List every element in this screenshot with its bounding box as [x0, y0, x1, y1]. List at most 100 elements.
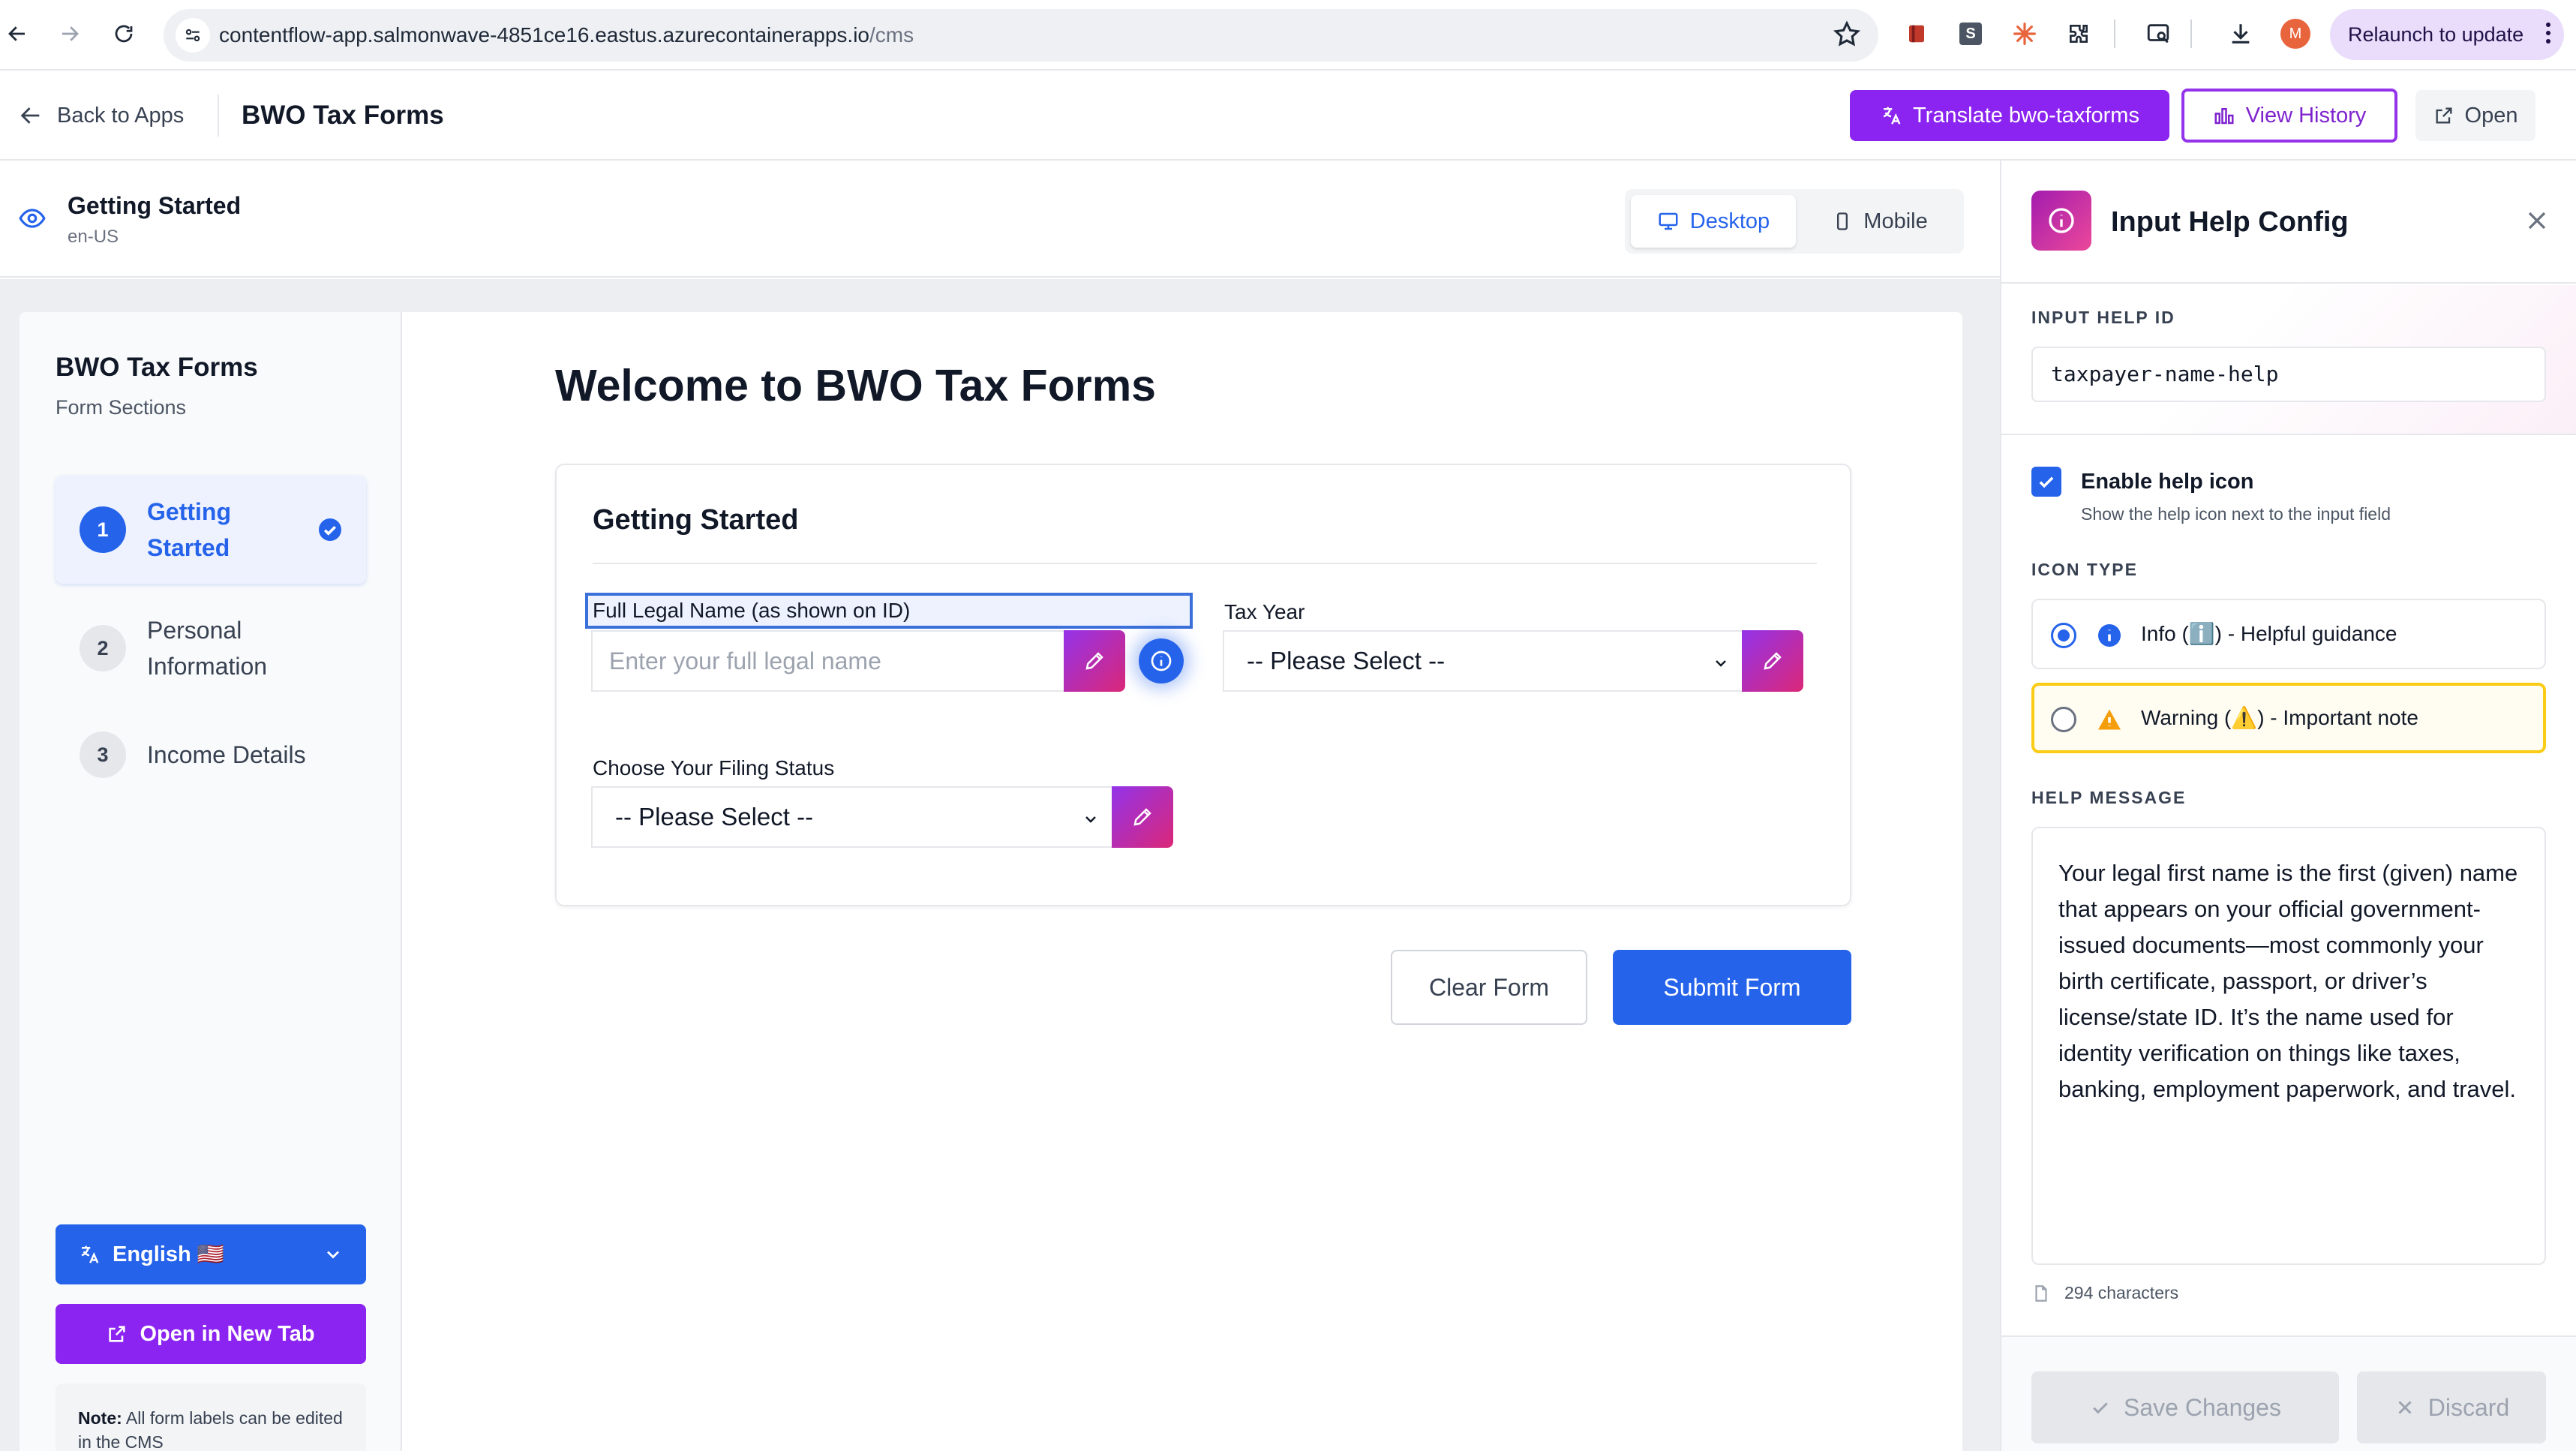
app-header: Back to Apps BWO Tax Forms Translate bwo… [0, 71, 2576, 161]
language-select[interactable]: English 🇺🇸 [56, 1224, 366, 1284]
config-panel-title: Input Help Config [2111, 206, 2349, 238]
submit-form-button[interactable]: Submit Form [1613, 950, 1851, 1025]
browser-back-button[interactable] [0, 17, 35, 51]
form-step-income-details[interactable]: 3 Income Details [56, 717, 366, 792]
config-panel-header: Input Help Config [2001, 161, 2576, 284]
step-number: 2 [80, 625, 126, 671]
character-count: 294 characters [2031, 1283, 2178, 1303]
tax-year-label: Tax Year [1224, 600, 1305, 623]
input-help-id-field[interactable]: taxpayer-name-help [2031, 347, 2546, 402]
pencil-icon [1085, 652, 1103, 670]
relaunch-button[interactable]: Relaunch to update [2330, 9, 2564, 60]
help-message-textarea[interactable]: Your legal first name is the first (give… [2031, 827, 2546, 1265]
profile-avatar[interactable]: M [2280, 19, 2310, 49]
address-bar[interactable]: contentflow-app.salmonwave-4851ce16.east… [164, 9, 1878, 62]
form-main: Welcome to BWO Tax Forms Getting Started… [402, 312, 1962, 1451]
desktop-view-button[interactable]: Desktop [1631, 195, 1796, 248]
step-number: 1 [80, 506, 126, 553]
warning-option-label: Warning (⚠️) - Important note [2141, 706, 2418, 729]
downloads-button[interactable] [2225, 18, 2256, 50]
book-extension-icon [1909, 25, 1924, 43]
desktop-label: Desktop [1689, 209, 1770, 233]
url-text: contentflow-app.salmonwave-4851ce16.east… [219, 23, 914, 47]
browser-toolbar: contentflow-app.salmonwave-4851ce16.east… [0, 0, 2576, 71]
app-title: BWO Tax Forms [242, 101, 444, 130]
close-panel-button[interactable] [2522, 206, 2552, 236]
open-label: Open [2464, 103, 2518, 128]
discard-button[interactable]: Discard [2357, 1371, 2546, 1443]
icon-type-label: ICON TYPE [2031, 560, 2138, 579]
toolbar-separator [2114, 20, 2115, 48]
edit-tax-year-button[interactable] [1742, 630, 1803, 692]
browser-reload-button[interactable] [107, 17, 141, 51]
info-icon [2031, 191, 2091, 251]
input-help-id-section: INPUT HELP ID taxpayer-name-help [2001, 285, 2576, 435]
open-button[interactable]: Open [2415, 90, 2535, 141]
help-message-label: HELP MESSAGE [2031, 788, 2187, 807]
extension-spark-button[interactable] [2009, 18, 2040, 50]
open-new-tab-label: Open in New Tab [140, 1321, 315, 1346]
bookmark-star-button[interactable] [1832, 20, 1862, 50]
info-option-label: Info (ℹ️) - Helpful guidance [2141, 622, 2397, 645]
form-sidebar: BWO Tax Forms Form Sections 1 Getting St… [20, 312, 402, 1451]
translate-icon [1883, 107, 1901, 125]
toolbar-separator [2190, 20, 2192, 48]
edit-filing-status-button[interactable] [1112, 786, 1173, 848]
full-name-input[interactable]: Enter your full legal name [591, 630, 1064, 692]
cms-note: Note: All form labels can be edited in t… [56, 1383, 366, 1451]
section-title: Getting Started [593, 504, 799, 536]
extension-s-button[interactable]: S [1955, 18, 1986, 50]
open-in-new-tab-button[interactable]: Open in New Tab [56, 1304, 366, 1364]
form-preview: BWO Tax Forms Form Sections 1 Getting St… [20, 312, 1962, 1451]
spark-extension-icon [2013, 23, 2036, 45]
mobile-view-button[interactable]: Mobile [1805, 195, 1955, 248]
close-icon [2398, 1401, 2412, 1414]
extension-book-button[interactable] [1901, 18, 1932, 50]
step-label: Personal Information [147, 617, 268, 680]
back-to-apps-link[interactable]: Back to Apps [18, 95, 184, 137]
check-icon [2093, 1402, 2108, 1414]
char-count-text: 294 characters [2064, 1283, 2179, 1302]
extensions-icon [2070, 25, 2088, 43]
preview-locale: en-US [68, 227, 119, 247]
site-settings-button[interactable] [176, 18, 210, 53]
step-number: 3 [80, 732, 126, 778]
browser-forward-button[interactable] [53, 17, 87, 51]
input-help-id-label: INPUT HELP ID [2031, 308, 2175, 327]
info-radio[interactable] [2051, 623, 2076, 648]
filing-status-select[interactable]: -- Please Select -- [591, 786, 1112, 848]
info-icon [2096, 622, 2123, 649]
translate-label: Translate bwo-taxforms [1913, 103, 2139, 128]
enable-help-icon-help: Show the help icon next to the input fie… [2081, 504, 2391, 524]
warning-radio[interactable] [2051, 707, 2076, 732]
icon-type-warning-option[interactable]: Warning (⚠️) - Important note [2031, 683, 2546, 753]
chevron-down-icon [323, 1244, 344, 1265]
warning-icon [2096, 706, 2123, 733]
tax-year-select[interactable]: -- Please Select -- [1223, 630, 1742, 692]
help-info-button[interactable] [1139, 638, 1184, 683]
step-label: Income Details [147, 741, 306, 768]
tab-search-button[interactable] [2142, 18, 2174, 50]
form-step-personal-information[interactable]: 2 Personal Information [56, 594, 366, 702]
translate-icon [81, 1245, 99, 1263]
edit-full-name-button[interactable] [1064, 630, 1125, 692]
site-settings-icon [185, 29, 200, 42]
clear-form-button[interactable]: Clear Form [1391, 950, 1587, 1025]
chevron-down-icon [1712, 654, 1730, 672]
translate-button[interactable]: Translate bwo-taxforms [1850, 90, 2169, 141]
back-label: Back to Apps [57, 103, 185, 128]
save-changes-button[interactable]: Save Changes [2031, 1371, 2339, 1443]
back-arrow-icon [8, 26, 25, 41]
preview-canvas: BWO Tax Forms Form Sections 1 Getting St… [0, 279, 2000, 1451]
extensions-button[interactable] [2063, 18, 2094, 50]
view-history-button[interactable]: View History [2181, 89, 2397, 143]
icon-type-info-option[interactable]: Info (ℹ️) - Helpful guidance [2031, 599, 2546, 669]
external-link-icon [109, 1326, 126, 1342]
enable-help-icon-checkbox[interactable] [2031, 467, 2061, 497]
welcome-heading: Welcome to BWO Tax Forms [555, 361, 1156, 410]
history-icon [2214, 108, 2234, 125]
full-name-label[interactable]: Full Legal Name (as shown on ID) [585, 593, 1193, 629]
config-panel-footer: Save Changes Discard [2001, 1335, 2576, 1451]
form-step-getting-started[interactable]: 1 Getting Started [56, 476, 366, 584]
mobile-label: Mobile [1863, 209, 1928, 233]
